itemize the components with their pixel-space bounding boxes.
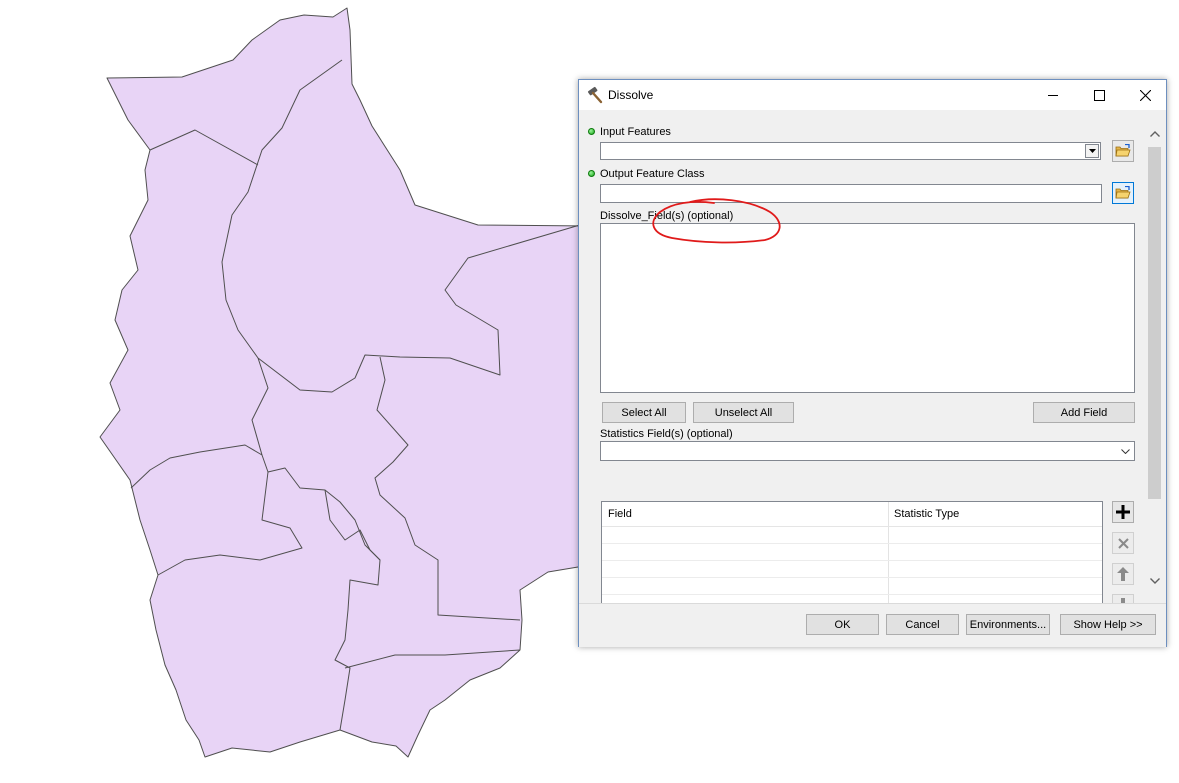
green-dot-icon xyxy=(588,170,595,177)
environments-button[interactable]: Environments... xyxy=(966,614,1050,635)
open-folder-icon xyxy=(1115,186,1131,199)
scroll-down-button[interactable] xyxy=(1146,572,1163,589)
chevron-down-icon xyxy=(1088,149,1096,153)
hammer-icon xyxy=(587,86,603,104)
statistics-table[interactable]: Field Statistic Type xyxy=(601,501,1103,603)
statistics-fields-label: Statistics Field(s) (optional) xyxy=(600,428,733,440)
title-bar[interactable]: Dissolve xyxy=(579,80,1166,110)
input-features-browse-button[interactable] xyxy=(1112,140,1134,162)
input-features-label: Input Features xyxy=(600,126,671,138)
ok-button[interactable]: OK xyxy=(806,614,879,635)
plus-icon xyxy=(1116,505,1130,519)
table-header: Field Statistic Type xyxy=(602,502,1102,527)
close-button[interactable] xyxy=(1122,80,1168,110)
window-title: Dissolve xyxy=(608,88,654,102)
dialog-content: Input Features Output Feature Class Diss… xyxy=(580,110,1165,616)
x-icon xyxy=(1117,537,1129,549)
statistics-fields-combo[interactable] xyxy=(600,441,1135,461)
add-row-button[interactable] xyxy=(1112,501,1134,523)
chevron-down-icon xyxy=(1121,449,1130,454)
add-field-button[interactable]: Add Field xyxy=(1033,402,1135,423)
output-feature-class-browse-button[interactable] xyxy=(1112,182,1134,204)
close-icon xyxy=(1139,89,1151,101)
maximize-icon xyxy=(1093,89,1105,101)
table-row[interactable] xyxy=(602,561,1102,578)
output-feature-class-input[interactable] xyxy=(600,184,1102,203)
map-outline xyxy=(99,7,591,758)
chevron-down-icon xyxy=(1149,577,1160,584)
scroll-up-button[interactable] xyxy=(1146,125,1163,142)
select-all-button[interactable]: Select All xyxy=(602,402,686,423)
column-header-field: Field xyxy=(608,508,632,520)
open-folder-icon xyxy=(1115,144,1131,157)
dissolve-fields-label: Dissolve_Field(s) (optional) xyxy=(600,210,734,222)
table-row[interactable] xyxy=(602,595,1102,603)
arrow-up-icon xyxy=(1117,567,1129,581)
column-header-statistic-type: Statistic Type xyxy=(894,508,960,520)
minimize-button[interactable] xyxy=(1030,80,1076,110)
show-help-button[interactable]: Show Help >> xyxy=(1060,614,1156,635)
unselect-all-button[interactable]: Unselect All xyxy=(693,402,794,423)
table-row[interactable] xyxy=(602,527,1102,544)
input-features-dropdown-button[interactable] xyxy=(1085,144,1099,158)
input-features-combo[interactable] xyxy=(600,142,1101,160)
dissolve-fields-list[interactable] xyxy=(600,223,1135,393)
dialog-footer: OK Cancel Environments... Show Help >> xyxy=(579,603,1166,647)
remove-row-button[interactable] xyxy=(1112,532,1134,554)
scroll-thumb[interactable] xyxy=(1148,147,1161,499)
minimize-icon xyxy=(1048,95,1058,96)
green-dot-icon xyxy=(588,128,595,135)
maximize-button[interactable] xyxy=(1076,80,1122,110)
vertical-scrollbar[interactable] xyxy=(1146,125,1163,605)
output-feature-class-label: Output Feature Class xyxy=(600,168,705,180)
chevron-up-icon xyxy=(1149,130,1160,137)
dissolve-dialog[interactable]: Dissolve Input Features Output Feature C… xyxy=(578,79,1167,647)
cancel-button[interactable]: Cancel xyxy=(886,614,959,635)
move-up-button[interactable] xyxy=(1112,563,1134,585)
table-row[interactable] xyxy=(602,578,1102,595)
table-row[interactable] xyxy=(602,544,1102,561)
